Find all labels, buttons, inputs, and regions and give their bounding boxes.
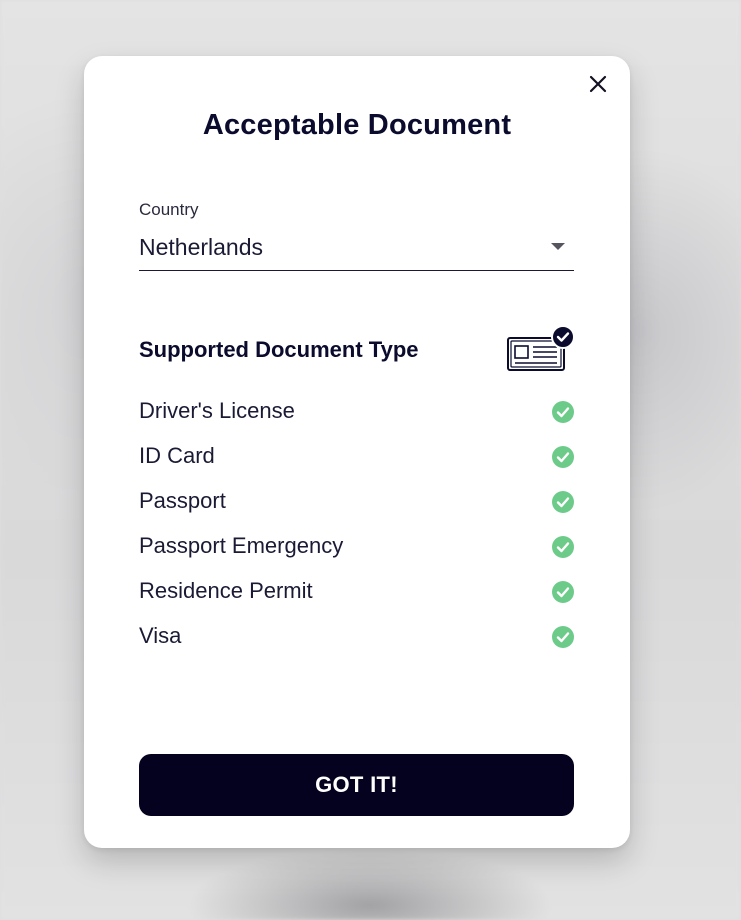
check-circle-icon bbox=[552, 446, 574, 468]
country-label: Country bbox=[139, 200, 199, 219]
document-type-label: Visa bbox=[139, 623, 182, 648]
check-circle-icon bbox=[552, 626, 574, 648]
country-selected-value: Netherlands bbox=[139, 234, 264, 260]
document-type-label: Residence Permit bbox=[139, 578, 313, 603]
got-it-button[interactable]: GOT IT! bbox=[139, 754, 574, 816]
close-icon bbox=[589, 75, 607, 93]
list-item: Residence Permit bbox=[139, 569, 574, 614]
modal-title: Acceptable Document bbox=[202, 109, 512, 141]
check-circle-icon bbox=[552, 536, 574, 558]
check-circle-icon bbox=[552, 401, 574, 423]
document-type-label: Passport Emergency bbox=[139, 533, 344, 558]
supported-document-heading: Supported Document Type bbox=[139, 337, 419, 362]
list-item: Passport Emergency bbox=[139, 524, 574, 569]
id-card-check-icon bbox=[507, 325, 575, 371]
list-item: Passport bbox=[139, 479, 574, 524]
document-type-list: Driver's License ID Card Passport Passpo… bbox=[139, 389, 574, 659]
country-select[interactable]: Netherlands bbox=[139, 228, 574, 271]
chevron-down-icon bbox=[551, 243, 565, 250]
check-circle-icon bbox=[552, 491, 574, 513]
close-button[interactable] bbox=[586, 72, 610, 96]
acceptable-document-modal: Acceptable Document Country Netherlands … bbox=[84, 56, 630, 848]
list-item: Driver's License bbox=[139, 389, 574, 434]
list-item: Visa bbox=[139, 614, 574, 659]
list-item: ID Card bbox=[139, 434, 574, 479]
check-circle-icon bbox=[552, 581, 574, 603]
document-type-label: ID Card bbox=[139, 443, 215, 468]
document-type-label: Driver's License bbox=[139, 398, 295, 423]
document-type-label: Passport bbox=[139, 488, 226, 513]
